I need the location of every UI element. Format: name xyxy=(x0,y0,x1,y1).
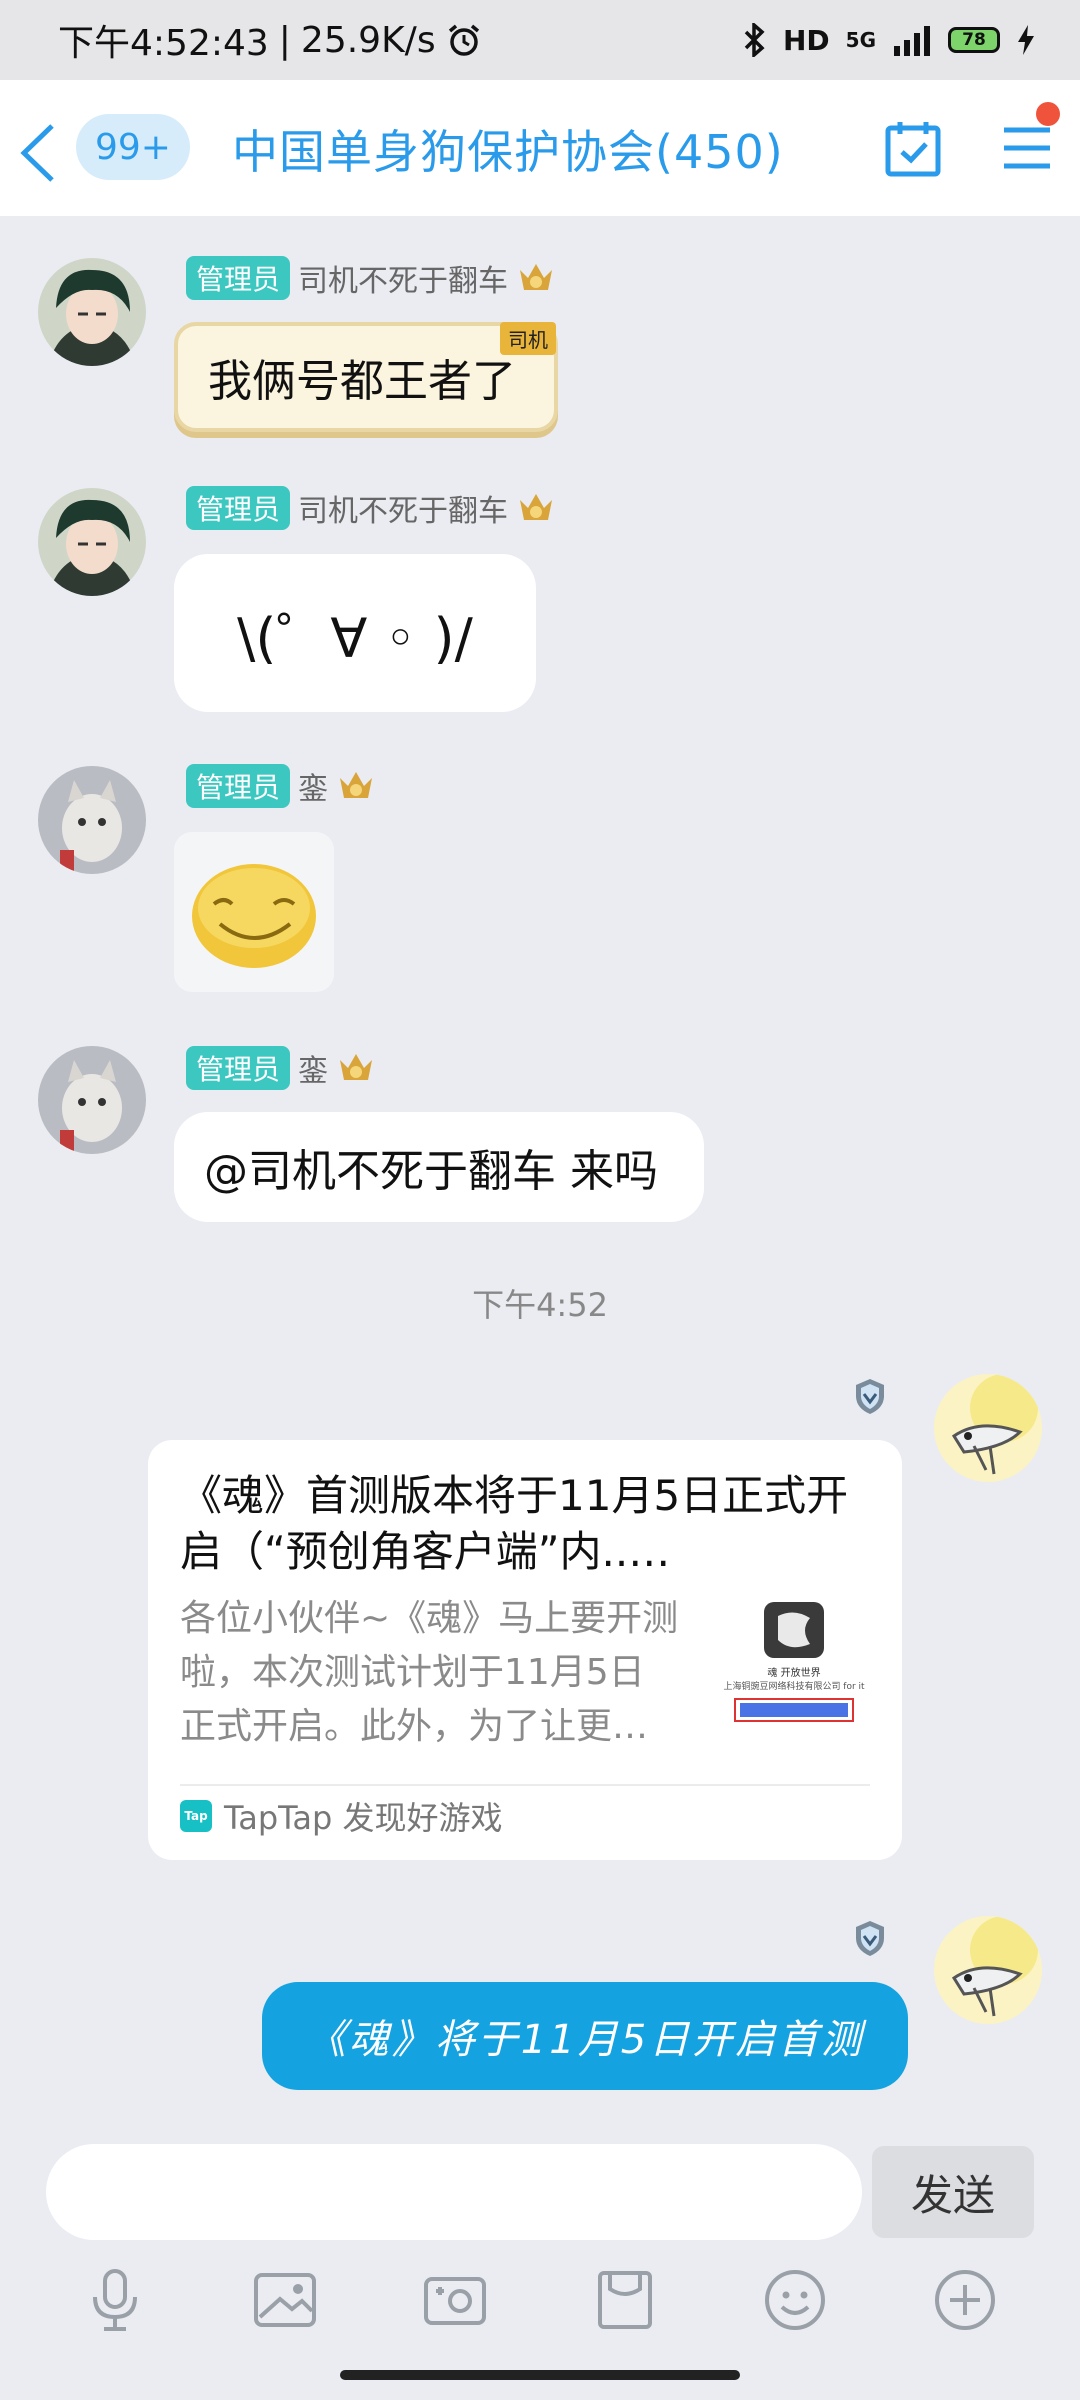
message-bubble[interactable]: 我俩号都王者了 司机 xyxy=(174,322,558,432)
fish-avatar-image xyxy=(934,1916,1042,2024)
avatar[interactable] xyxy=(38,766,146,874)
shield-badge-icon xyxy=(856,1921,884,1956)
avatar[interactable] xyxy=(38,258,146,366)
smiley-sticker-icon xyxy=(192,864,316,968)
signal-icon xyxy=(894,26,930,56)
share-card[interactable]: 《魂》首测版本将于11月5日正式开启（“预创角客户端”内..… 各位小伙伴~《魂… xyxy=(148,1440,902,1860)
charging-icon xyxy=(1018,25,1034,55)
home-indicator[interactable] xyxy=(340,2370,740,2380)
plus-icon[interactable] xyxy=(930,2265,1000,2335)
cat-avatar-image xyxy=(38,766,146,874)
calendar-check-icon[interactable] xyxy=(884,118,942,180)
cat-avatar-image xyxy=(38,1046,146,1154)
message-bubble[interactable]: @司机不死于翻车 来吗 xyxy=(174,1112,704,1222)
signal-label: 5G xyxy=(845,28,876,52)
message-input[interactable] xyxy=(46,2144,862,2240)
bubble-tag: 司机 xyxy=(500,322,556,355)
clock: 下午4:52:43 xyxy=(58,23,269,64)
share-card-thumbnail: 魂 开放世界 上海铜豌豆网络科技有限公司 for it xyxy=(723,1600,865,1750)
sent-message-bubble[interactable]: 《魂》将于11月5日开启首测 xyxy=(262,1982,908,2090)
network-speed: 25.9K/s xyxy=(300,19,436,61)
crown-badge-icon xyxy=(340,772,373,798)
thumb-company: 上海铜豌豆网络科技有限公司 for it xyxy=(723,1682,865,1692)
admin-tag: 管理员 xyxy=(186,764,291,808)
group-title[interactable]: 中国单身狗保护协会(450) xyxy=(232,116,784,182)
back-arrow-icon[interactable] xyxy=(14,118,64,188)
taptap-logo: Tap xyxy=(180,1800,212,1832)
sender-name[interactable]: 銮 xyxy=(298,1046,328,1090)
sender-name[interactable]: 司机不死于翻车 xyxy=(298,256,508,300)
status-bar: 下午4:52:43 | 25.9K/s HD 5G 78 xyxy=(0,0,1080,80)
shield-badge-icon xyxy=(856,1379,884,1414)
share-card-title: 《魂》首测版本将于11月5日正式开启（“预创角客户端”内..… xyxy=(180,1471,849,1576)
status-divider: | xyxy=(278,19,291,61)
input-toolbar xyxy=(0,2240,1080,2360)
unread-count-badge[interactable]: 99+ xyxy=(76,114,190,180)
sender-meta: 管理员 司机不死于翻车 xyxy=(186,256,556,300)
file-icon[interactable] xyxy=(590,2265,660,2335)
crown-badge-icon xyxy=(520,264,553,290)
camera-icon[interactable] xyxy=(420,2265,490,2335)
message-text: 我俩号都王者了 xyxy=(208,356,516,407)
message-text: \(゜∀ ◦ )/ xyxy=(237,606,473,670)
thumb-caption: 魂 开放世界 xyxy=(767,1668,821,1679)
sender-name[interactable]: 銮 xyxy=(298,764,328,808)
sender-meta: 管理员 司机不死于翻车 xyxy=(186,486,556,530)
thumb-button xyxy=(734,1698,854,1722)
admin-tag: 管理员 xyxy=(186,256,291,300)
avatar[interactable] xyxy=(38,1046,146,1154)
sticker-message[interactable] xyxy=(174,832,334,992)
avatar[interactable] xyxy=(38,488,146,596)
microphone-icon[interactable] xyxy=(80,2265,150,2335)
chat-header: 99+ 中国单身狗保护协会(450) xyxy=(0,80,1080,216)
crown-badge-icon xyxy=(520,494,553,520)
composer: 发送 xyxy=(0,2120,1080,2240)
game-logo-icon xyxy=(764,1602,824,1658)
my-avatar[interactable] xyxy=(934,1374,1042,1482)
image-icon[interactable] xyxy=(250,2265,320,2335)
anime-avatar-image xyxy=(38,258,146,366)
emoji-icon[interactable] xyxy=(760,2265,830,2335)
message-bubble[interactable]: \(゜∀ ◦ )/ xyxy=(174,554,536,712)
admin-tag: 管理员 xyxy=(186,486,291,530)
battery-icon: 78 xyxy=(948,27,1000,53)
message-text: @司机不死于翻车 来吗 xyxy=(204,1146,658,1197)
bluetooth-icon xyxy=(744,23,765,57)
sent-message-text: 《魂》将于11月5日开启首测 xyxy=(305,2017,865,2063)
my-avatar[interactable] xyxy=(934,1916,1042,2024)
crown-badge-icon xyxy=(340,1054,373,1080)
time-separator: 下午4:52 xyxy=(472,1286,608,1324)
sender-meta: 管理员 銮 xyxy=(186,1046,376,1090)
anime-avatar-image xyxy=(38,488,146,596)
status-left: 下午4:52:43 | 25.9K/s xyxy=(58,14,482,66)
status-right: HD 5G 78 xyxy=(743,23,1036,57)
admin-tag: 管理员 xyxy=(186,1046,291,1090)
share-source: TapTap 发现好游戏 xyxy=(224,1799,503,1837)
alarm-icon xyxy=(448,24,479,56)
share-card-description: 各位小伙伴~《魂》马上要开测啦，本次测试计划于11月5日正式开启。此外，为了让更… xyxy=(180,1598,679,1747)
fish-avatar-image xyxy=(934,1374,1042,1482)
sender-meta: 管理员 銮 xyxy=(186,764,376,808)
hd-label: HD xyxy=(782,23,830,57)
share-card-footer: Tap TapTap 发现好游戏 xyxy=(180,1784,870,1846)
send-button[interactable]: 发送 xyxy=(872,2146,1034,2238)
sender-name[interactable]: 司机不死于翻车 xyxy=(298,486,508,530)
notification-dot xyxy=(1036,102,1060,126)
